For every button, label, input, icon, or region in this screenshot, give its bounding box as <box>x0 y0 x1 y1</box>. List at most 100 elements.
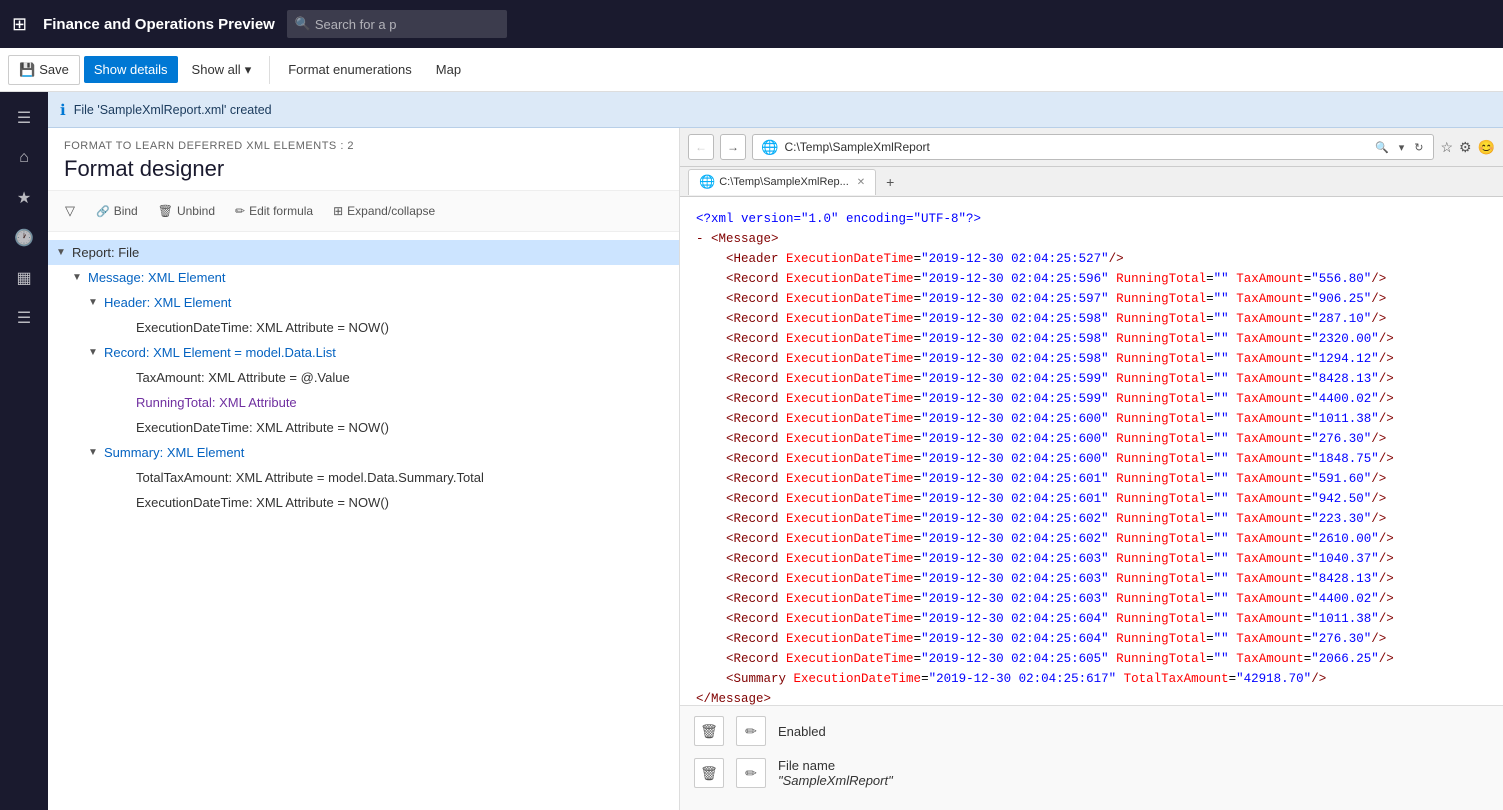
browser-address-bar[interactable]: 🌐 C:\Temp\SampleXmlReport 🔍 ▾ ↻ <box>752 134 1434 160</box>
tree-item-runningtotal[interactable]: RunningTotal: XML Attribute <box>48 390 679 415</box>
tab-label-1: C:\Temp\SampleXmlRep... <box>719 176 849 188</box>
xml-record-11: <Record ExecutionDateTime="2019-12-30 02… <box>696 469 1487 489</box>
tree-item-header-execdt[interactable]: ExecutionDateTime: XML Attribute = NOW() <box>48 315 679 340</box>
app-bar: ⊞ Finance and Operations Preview 🔍 <box>0 0 1503 48</box>
main-toolbar: 💾 Save Show details Show all ▾ Format en… <box>0 48 1503 92</box>
enabled-edit-button[interactable]: ✏ <box>736 716 766 746</box>
xml-record-10: <Record ExecutionDateTime="2019-12-30 02… <box>696 449 1487 469</box>
filename-field-row: 🗑 ✏ File name "SampleXmlReport" <box>694 758 1489 788</box>
browser-tab-1[interactable]: 🌐 C:\Temp\SampleXmlRep... ✕ <box>688 169 876 195</box>
xml-record-6: <Record ExecutionDateTime="2019-12-30 02… <box>696 369 1487 389</box>
browser-chrome: ← → 🌐 C:\Temp\SampleXmlReport 🔍 ▾ ↻ ☆ ⚙ … <box>680 128 1503 167</box>
tree-item-header[interactable]: ▼ Header: XML Element <box>48 290 679 315</box>
expand-icon: ⊞ <box>333 204 343 218</box>
expand-collapse-button[interactable]: ⊞ Expand/collapse <box>325 200 443 222</box>
tree-item-totaltax[interactable]: TotalTaxAmount: XML Attribute = model.Da… <box>48 465 679 490</box>
grid-icon[interactable]: ⊞ <box>12 14 27 35</box>
filename-value: "SampleXmlReport" <box>778 773 893 788</box>
browser-back-button[interactable]: ← <box>688 134 714 160</box>
format-designer-panel: FORMAT TO LEARN DEFERRED XML ELEMENTS : … <box>48 128 680 810</box>
show-all-button[interactable]: Show all ▾ <box>182 56 262 84</box>
browser-smiley-icon: 😊 <box>1478 139 1495 156</box>
panel-subtitle: FORMAT TO LEARN DEFERRED XML ELEMENTS : … <box>64 140 663 152</box>
edit-icon: ✏ <box>235 204 245 218</box>
bind-button[interactable]: 🔗 Bind <box>88 200 146 222</box>
favorites-star-icon[interactable]: ☆ <box>1440 139 1453 156</box>
nav-favorites[interactable]: ★ <box>6 180 42 216</box>
xml-record-12: <Record ExecutionDateTime="2019-12-30 02… <box>696 489 1487 509</box>
chevron-down-icon: ▾ <box>245 62 252 78</box>
bind-icon: 🔗 <box>96 205 110 218</box>
search-address-btn[interactable]: 🔍 <box>1373 141 1391 154</box>
bottom-fields-panel: 🗑 ✏ Enabled 🗑 ✏ File name "SampleXmlRepo… <box>680 705 1503 810</box>
xml-record-19: <Record ExecutionDateTime="2019-12-30 02… <box>696 629 1487 649</box>
refresh-btn[interactable]: ↻ <box>1412 141 1425 154</box>
panel-header: FORMAT TO LEARN DEFERRED XML ELEMENTS : … <box>48 128 679 191</box>
xml-summary: <Summary ExecutionDateTime="2019-12-30 0… <box>696 669 1487 689</box>
tree-arrow-message: ▼ <box>72 272 88 283</box>
tree-arrow-summary: ▼ <box>88 447 104 458</box>
enabled-delete-button[interactable]: 🗑 <box>694 716 724 746</box>
xml-record-7: <Record ExecutionDateTime="2019-12-30 02… <box>696 389 1487 409</box>
nav-home[interactable]: ⌂ <box>6 140 42 176</box>
browser-address-icon: 🌐 <box>761 139 778 156</box>
tree-arrow-header: ▼ <box>88 297 104 308</box>
xml-record-3: <Record ExecutionDateTime="2019-12-30 02… <box>696 309 1487 329</box>
search-input[interactable] <box>287 10 507 38</box>
tree-item-record[interactable]: ▼ Record: XML Element = model.Data.List <box>48 340 679 365</box>
xml-record-9: <Record ExecutionDateTime="2019-12-30 02… <box>696 429 1487 449</box>
search-wrapper: 🔍 <box>287 10 507 38</box>
xml-record-20: <Record ExecutionDateTime="2019-12-30 02… <box>696 649 1487 669</box>
unbind-button[interactable]: 🗑 Unbind <box>150 200 223 222</box>
tree-arrow-record: ▼ <box>88 347 104 358</box>
xml-record-1: <Record ExecutionDateTime="2019-12-30 02… <box>696 269 1487 289</box>
browser-forward-button[interactable]: → <box>720 134 746 160</box>
xml-record-14: <Record ExecutionDateTime="2019-12-30 02… <box>696 529 1487 549</box>
main-area: FORMAT TO LEARN DEFERRED XML ELEMENTS : … <box>48 128 1503 810</box>
xml-content: <?xml version="1.0" encoding="UTF-8"?> -… <box>680 197 1503 705</box>
nav-recent[interactable]: 🕐 <box>6 220 42 256</box>
filename-delete-button[interactable]: 🗑 <box>694 758 724 788</box>
notification-icon: ℹ <box>60 101 66 119</box>
xml-preview-panel: ← → 🌐 C:\Temp\SampleXmlReport 🔍 ▾ ↻ ☆ ⚙ … <box>680 128 1503 810</box>
nav-hamburger[interactable]: ☰ <box>6 100 42 136</box>
tree-item-report[interactable]: ▼ Report: File <box>48 240 679 265</box>
enabled-field-row: 🗑 ✏ Enabled <box>694 716 1489 746</box>
dropdown-address-btn[interactable]: ▾ <box>1397 141 1407 154</box>
xml-header: <Header ExecutionDateTime="2019-12-30 02… <box>696 249 1487 269</box>
xml-message-open: - <Message> <box>696 229 1487 249</box>
filter-icon[interactable]: ▽ <box>56 197 84 225</box>
xml-declaration: <?xml version="1.0" encoding="UTF-8"?> <box>696 209 1487 229</box>
panel-title: Format designer <box>64 156 663 182</box>
tab-close-1[interactable]: ✕ <box>857 177 865 188</box>
browser-gear-icon[interactable]: ⚙ <box>1459 139 1472 156</box>
tree-arrow-report: ▼ <box>56 247 72 258</box>
xml-record-5: <Record ExecutionDateTime="2019-12-30 02… <box>696 349 1487 369</box>
new-tab-button[interactable]: + <box>878 171 902 193</box>
nav-workspaces[interactable]: ▦ <box>6 260 42 296</box>
tree-item-message[interactable]: ▼ Message: XML Element <box>48 265 679 290</box>
filename-label: File name <box>778 758 893 773</box>
edit-formula-button[interactable]: ✏ Edit formula <box>227 200 321 222</box>
nav-modules[interactable]: ☰ <box>6 300 42 336</box>
xml-record-17: <Record ExecutionDateTime="2019-12-30 02… <box>696 589 1487 609</box>
xml-record-2: <Record ExecutionDateTime="2019-12-30 02… <box>696 289 1487 309</box>
tree-item-taxamount[interactable]: TaxAmount: XML Attribute = @.Value <box>48 365 679 390</box>
save-button[interactable]: 💾 Save <box>8 55 80 85</box>
xml-record-8: <Record ExecutionDateTime="2019-12-30 02… <box>696 409 1487 429</box>
tab-icon-1: 🌐 <box>699 174 715 190</box>
show-details-button[interactable]: Show details <box>84 56 178 83</box>
filename-edit-button[interactable]: ✏ <box>736 758 766 788</box>
unbind-icon: 🗑 <box>158 204 173 218</box>
map-button[interactable]: Map <box>426 56 471 83</box>
tree-item-record-execdt[interactable]: ExecutionDateTime: XML Attribute = NOW() <box>48 415 679 440</box>
tree-item-summary-execdt[interactable]: ExecutionDateTime: XML Attribute = NOW() <box>48 490 679 515</box>
tree-item-summary[interactable]: ▼ Summary: XML Element <box>48 440 679 465</box>
toolbar-separator <box>269 56 270 84</box>
format-enumerations-button[interactable]: Format enumerations <box>278 56 422 83</box>
app-title: Finance and Operations Preview <box>43 16 275 33</box>
format-toolbar: ▽ 🔗 Bind 🗑 Unbind ✏ Edit formula ⊞ Expan… <box>48 191 679 232</box>
enabled-label: Enabled <box>778 724 826 739</box>
browser-address-text: C:\Temp\SampleXmlReport <box>784 140 1367 154</box>
notification-message: File 'SampleXmlReport.xml' created <box>74 103 272 117</box>
